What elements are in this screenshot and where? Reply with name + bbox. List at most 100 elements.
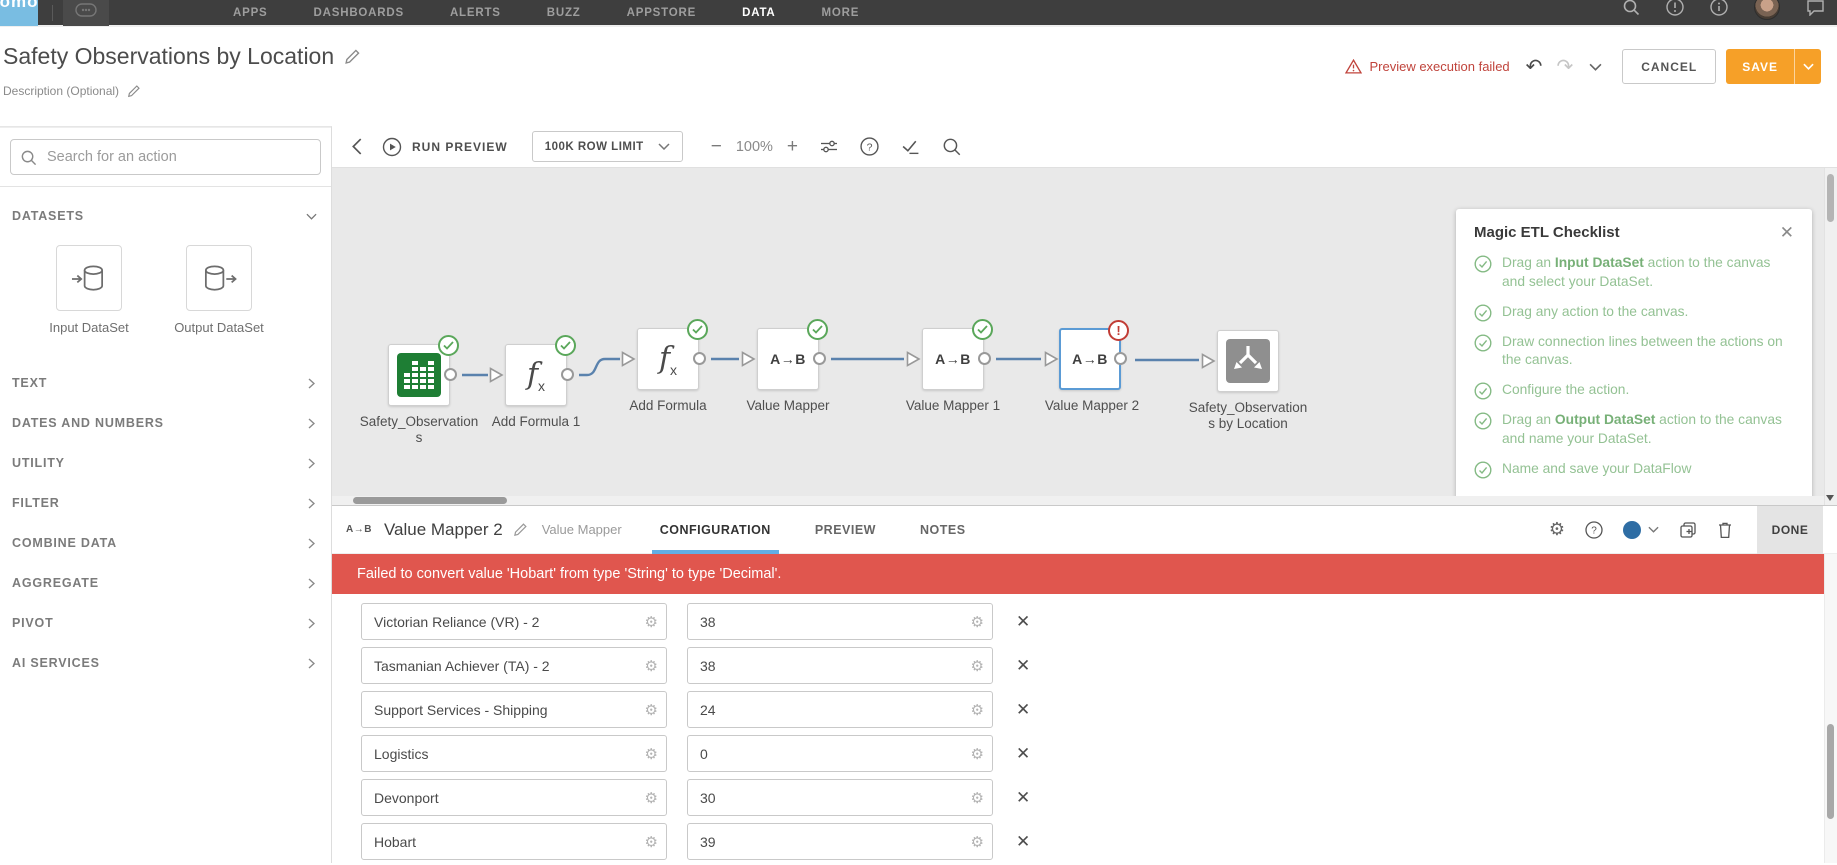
- sidebar-section-combine-data[interactable]: COMBINE DATA: [0, 523, 331, 563]
- user-avatar[interactable]: [1754, 0, 1780, 20]
- node-add-formula-1[interactable]: fx Add Formula 1: [489, 335, 580, 429]
- sidebar-section-pivot[interactable]: PIVOT: [0, 603, 331, 643]
- nav-item-buzz[interactable]: BUZZ: [547, 7, 581, 19]
- status-color-dropdown[interactable]: [1623, 520, 1659, 539]
- zoom-out-button[interactable]: −: [711, 136, 722, 158]
- close-icon[interactable]: ✕: [1780, 224, 1794, 241]
- save-options-button[interactable]: [1794, 49, 1821, 84]
- mapping-from-input[interactable]: [361, 647, 667, 684]
- sidebar-section-aggregate[interactable]: AGGREGATE: [0, 563, 331, 603]
- nav-info-icon[interactable]: [1710, 0, 1728, 16]
- cancel-button[interactable]: CANCEL: [1622, 49, 1717, 84]
- gear-icon[interactable]: ⚙: [971, 701, 984, 719]
- mapping-from-input[interactable]: [361, 779, 667, 816]
- remove-row-icon[interactable]: ✕: [1016, 612, 1030, 632]
- nav-chat-icon[interactable]: [1806, 0, 1825, 16]
- nav-item-data[interactable]: DATA: [742, 7, 775, 19]
- edit-action-name-icon[interactable]: [513, 522, 528, 537]
- nav-item-appstore[interactable]: APPSTORE: [627, 7, 696, 19]
- collapse-sidebar-icon[interactable]: [352, 138, 362, 155]
- gear-icon[interactable]: ⚙: [971, 789, 984, 807]
- gear-icon[interactable]: ⚙: [645, 613, 658, 631]
- tile-output-dataset[interactable]: Output DataSet: [174, 245, 264, 335]
- node-value-mapper[interactable]: A→B Value Mapper: [741, 319, 830, 413]
- canvas-vscroll-track[interactable]: [1824, 168, 1837, 505]
- input-port[interactable]: [1201, 353, 1216, 369]
- remove-row-icon[interactable]: ✕: [1016, 832, 1030, 852]
- edit-description-icon[interactable]: [127, 84, 141, 98]
- mapping-to-input[interactable]: [687, 647, 993, 684]
- gear-icon[interactable]: ⚙: [645, 701, 658, 719]
- help-icon[interactable]: ?: [860, 137, 879, 156]
- save-button[interactable]: SAVE: [1726, 49, 1794, 84]
- gear-icon[interactable]: ⚙: [971, 833, 984, 851]
- nav-item-alerts[interactable]: ALERTS: [450, 7, 501, 19]
- gear-icon[interactable]: ⚙: [971, 657, 984, 675]
- undo-icon[interactable]: ↶: [1526, 54, 1543, 79]
- sidebar-section-ai-services[interactable]: AI SERVICES: [0, 643, 331, 683]
- panel-vscroll-track[interactable]: [1824, 554, 1837, 863]
- sidebar-section-dates-and-numbers[interactable]: DATES AND NUMBERS: [0, 403, 331, 443]
- output-port[interactable]: [693, 352, 706, 365]
- output-port[interactable]: [978, 352, 991, 365]
- remove-row-icon[interactable]: ✕: [1016, 744, 1030, 764]
- node-add-formula[interactable]: fx Add Formula: [621, 319, 708, 413]
- sidebar-section-utility[interactable]: UTILITY: [0, 443, 331, 483]
- validate-icon[interactable]: [901, 138, 920, 155]
- gear-icon[interactable]: ⚙: [645, 657, 658, 675]
- mapping-to-input[interactable]: [687, 823, 993, 860]
- gear-icon[interactable]: ⚙: [971, 613, 984, 631]
- domo-logo[interactable]: omo: [0, 0, 38, 26]
- mapping-from-input[interactable]: [361, 691, 667, 728]
- canvas-settings-icon[interactable]: [820, 139, 838, 154]
- mapping-to-input[interactable]: [687, 691, 993, 728]
- node-value-mapper-1[interactable]: A→B Value Mapper 1: [906, 319, 1000, 413]
- gear-icon[interactable]: ⚙: [645, 789, 658, 807]
- redo-icon[interactable]: ↷: [1556, 54, 1573, 79]
- remove-row-icon[interactable]: ✕: [1016, 656, 1030, 676]
- tab-configuration[interactable]: CONFIGURATION: [651, 506, 779, 554]
- mapping-from-input[interactable]: [361, 735, 667, 772]
- node-safety-observations[interactable]: Safety_Observations: [360, 335, 478, 445]
- input-port[interactable]: [489, 367, 504, 383]
- sidebar-section-filter[interactable]: FILTER: [0, 483, 331, 523]
- scroll-down-arrow[interactable]: [1826, 495, 1834, 501]
- gear-icon[interactable]: ⚙: [971, 745, 984, 763]
- output-port[interactable]: [1114, 352, 1127, 365]
- etl-canvas[interactable]: Safety_Observations fx Add Formula 1 fx Add …: [332, 167, 1837, 505]
- sidebar-section-datasets[interactable]: DATASETS: [0, 193, 331, 239]
- nav-help-icon[interactable]: [1666, 0, 1684, 16]
- tile-input-dataset[interactable]: Input DataSet: [44, 245, 134, 335]
- output-port[interactable]: [813, 352, 826, 365]
- gear-icon[interactable]: ⚙: [645, 745, 658, 763]
- canvas-hscroll-thumb[interactable]: [353, 497, 507, 504]
- canvas-search-icon[interactable]: [942, 137, 961, 156]
- nav-item-more[interactable]: MORE: [822, 7, 860, 19]
- input-port[interactable]: [741, 351, 756, 367]
- done-button[interactable]: DONE: [1757, 505, 1823, 554]
- nav-search-icon[interactable]: [1622, 0, 1640, 16]
- mapping-from-input[interactable]: [361, 823, 667, 860]
- panel-vscroll-thumb[interactable]: [1827, 724, 1834, 819]
- remove-row-icon[interactable]: ✕: [1016, 788, 1030, 808]
- search-input[interactable]: [10, 139, 321, 175]
- duplicate-icon[interactable]: [1679, 521, 1697, 539]
- nav-item-apps[interactable]: APPS: [233, 7, 268, 19]
- zoom-in-button[interactable]: +: [787, 136, 798, 158]
- remove-row-icon[interactable]: ✕: [1016, 700, 1030, 720]
- run-preview-button[interactable]: RUN PREVIEW: [382, 137, 508, 157]
- history-chevron-icon[interactable]: [1589, 63, 1602, 71]
- mapping-to-input[interactable]: [687, 603, 993, 640]
- canvas-vscroll-thumb[interactable]: [1827, 174, 1834, 222]
- delete-icon[interactable]: [1717, 521, 1733, 539]
- mapping-from-input[interactable]: [361, 603, 667, 640]
- tab-preview[interactable]: PREVIEW: [815, 506, 876, 554]
- gear-icon[interactable]: ⚙: [645, 833, 658, 851]
- node-safety-observations-by-location[interactable]: Safety_Observations by Location: [1189, 330, 1307, 431]
- panel-help-icon[interactable]: ?: [1585, 520, 1603, 539]
- row-limit-dropdown[interactable]: 100K ROW LIMIT: [531, 131, 683, 162]
- node-value-mapper-2[interactable]: A→B! Value Mapper 2: [1044, 320, 1139, 413]
- mapping-to-input[interactable]: [687, 779, 993, 816]
- input-port[interactable]: [906, 351, 921, 367]
- output-port[interactable]: [561, 368, 574, 381]
